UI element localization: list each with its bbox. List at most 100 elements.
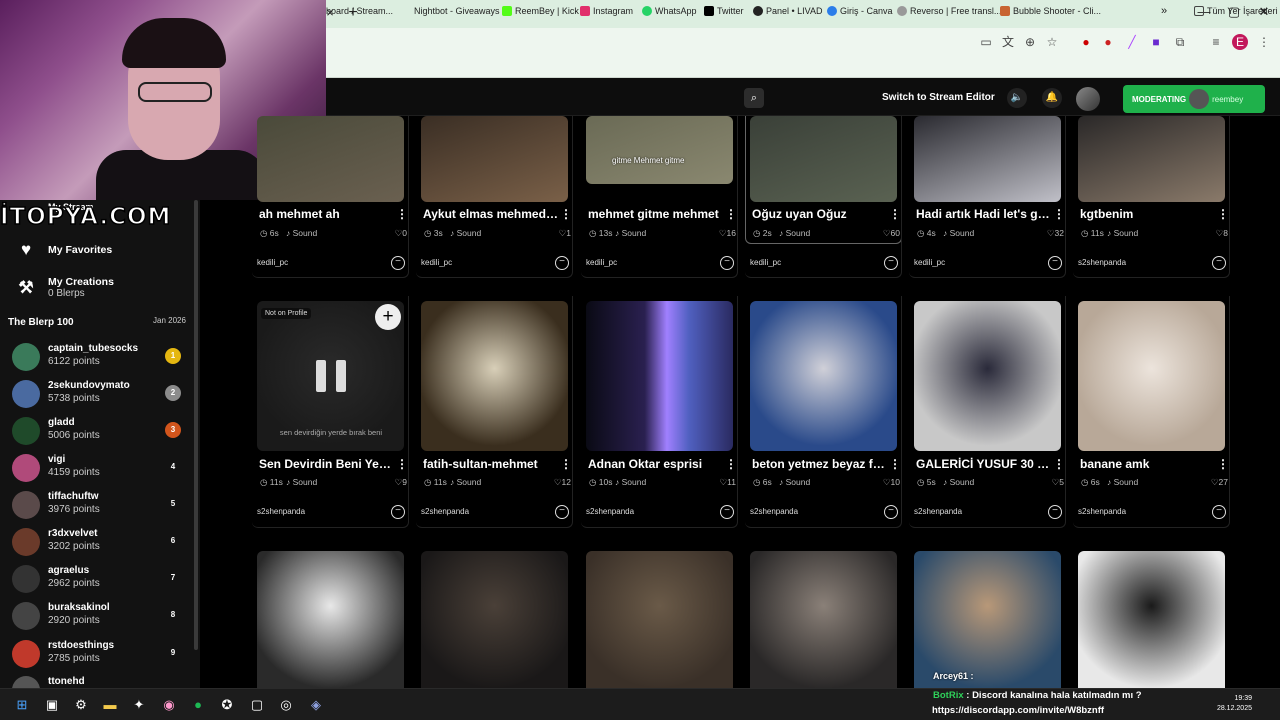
blerp-title[interactable]: kgtbenim [1080, 207, 1215, 221]
blerp-title[interactable]: banane amk [1080, 457, 1215, 471]
extension-icon[interactable]: ╱ [1124, 34, 1140, 50]
sidebar-item-favorites[interactable]: ♥ My Favorites [16, 240, 112, 260]
blerp-thumbnail[interactable] [421, 116, 568, 202]
bookmark-item[interactable]: Reverso | Free transl... [897, 4, 1001, 18]
remove-icon[interactable]: − [1048, 256, 1062, 270]
blerp-title[interactable]: Hadi artık Hadi let's go... [916, 207, 1051, 221]
blerp-title[interactable]: beton yetmez beyaz fu... [752, 457, 887, 471]
blerp-title[interactable]: mehmet gitme mehmet [588, 207, 723, 221]
blerp-thumbnail[interactable] [257, 551, 404, 688]
heart-icon[interactable]: ♡ [883, 477, 891, 487]
leaderboard-row[interactable]: 2sekundovymato 5738 points 2 [12, 378, 192, 410]
blerp-owner[interactable]: s2shenpanda [586, 507, 634, 516]
heart-icon[interactable]: ♡ [719, 228, 727, 238]
windows-start-icon[interactable]: ⊞ [14, 697, 30, 713]
more-options-icon[interactable]: ⋮ [560, 457, 572, 471]
more-options-icon[interactable]: ⋮ [889, 207, 901, 221]
bookmark-item[interactable]: Instagram [580, 4, 633, 18]
moderating-badge[interactable]: MODERATING reembey [1123, 85, 1265, 113]
blerp-thumbnail[interactable] [914, 551, 1061, 688]
leaderboard-row[interactable]: tiffachuftw 3976 points 5 [12, 489, 192, 521]
more-options-icon[interactable]: ⋮ [1217, 457, 1229, 471]
blerp-title[interactable]: Oğuz uyan Oğuz [752, 207, 887, 221]
bookmark-item[interactable]: Bubble Shooter - Cli... [1000, 4, 1101, 18]
remove-icon[interactable]: − [1048, 505, 1062, 519]
blerp-thumbnail[interactable] [257, 116, 404, 202]
blerp-owner[interactable]: kedili_pc [586, 258, 617, 267]
blerp-thumbnail[interactable] [1078, 116, 1225, 202]
more-options-icon[interactable]: ⋮ [1053, 207, 1065, 221]
remove-icon[interactable]: − [555, 505, 569, 519]
more-options-icon[interactable]: ⋮ [396, 207, 408, 221]
blerp-thumbnail[interactable] [750, 551, 897, 688]
remove-icon[interactable]: − [1212, 505, 1226, 519]
leaderboard-row[interactable]: vigi 4159 points 4 [12, 452, 192, 484]
bookmark-item[interactable]: Giriş - Canva [827, 4, 893, 18]
blerp-thumbnail[interactable] [1078, 551, 1225, 688]
remove-icon[interactable]: − [720, 256, 734, 270]
blerp-thumbnail[interactable] [586, 301, 733, 451]
blerp-owner[interactable]: kedili_pc [914, 258, 945, 267]
leaderboard-row[interactable]: agraelus 2962 points 7 [12, 563, 192, 595]
bookmark-star-icon[interactable]: ☆ [1044, 34, 1060, 50]
blerp-thumbnail[interactable] [586, 551, 733, 688]
more-options-icon[interactable]: ⋮ [1053, 457, 1065, 471]
blerp-owner[interactable]: kedili_pc [750, 258, 781, 267]
all-bookmarks-folder[interactable]: Tüm Yer İşaretleri [1194, 4, 1278, 18]
bookmark-item[interactable]: Panel • LIVAD [753, 4, 823, 18]
cast-icon[interactable]: ▭ [978, 34, 994, 50]
remove-icon[interactable]: − [884, 256, 898, 270]
blerp-owner[interactable]: s2shenpanda [421, 507, 469, 516]
translate-icon[interactable]: 文 [1000, 34, 1016, 50]
extension-icon[interactable]: ■ [1148, 34, 1164, 50]
blerp-title[interactable]: fatih-sultan-mehmet [423, 457, 558, 471]
pause-icon[interactable] [316, 360, 346, 392]
task-view-icon[interactable]: ▣ [44, 697, 60, 713]
bookmark-item[interactable]: Twitter [704, 4, 744, 18]
blerp-thumbnail[interactable] [421, 301, 568, 451]
more-options-icon[interactable]: ⋮ [725, 457, 737, 471]
leaderboard-row[interactable]: gladd 5006 points 3 [12, 415, 192, 447]
sidebar-scrollbar[interactable] [194, 200, 198, 650]
remove-icon[interactable]: − [391, 256, 405, 270]
more-options-icon[interactable]: ⋮ [889, 457, 901, 471]
heart-icon[interactable]: ♡ [1047, 228, 1055, 238]
discord-link[interactable]: https://discordapp.com/invite/W8bznff [932, 705, 1104, 716]
menu-icon[interactable]: ⋮ [1256, 34, 1272, 50]
blerp-thumbnail[interactable] [914, 116, 1061, 202]
search-icon[interactable]: ⌕ [744, 88, 764, 108]
bookmark-item[interactable]: Nightbot - Giveaways [414, 4, 500, 18]
blerp-owner[interactable]: s2shenpanda [914, 507, 962, 516]
reading-list-icon[interactable]: ≡ [1208, 34, 1224, 50]
leaderboard-row[interactable]: captain_tubesocks 6122 points 1 [12, 341, 192, 373]
more-options-icon[interactable]: ⋮ [725, 207, 737, 221]
app-icon[interactable]: ▢ [249, 697, 265, 713]
bookmark-item[interactable]: WhatsApp [642, 4, 697, 18]
volume-icon[interactable]: 🔈 [1007, 88, 1027, 108]
steam-icon[interactable]: ✪ [219, 697, 235, 713]
leaderboard-row[interactable]: rstdoesthings 2785 points 9 [12, 638, 192, 670]
bookmark-item[interactable]: ReemBey | Kick [502, 4, 579, 18]
blerp-title[interactable]: ah mehmet ah [259, 207, 394, 221]
discord-icon[interactable]: ◈ [308, 697, 324, 713]
spotify-icon[interactable]: ● [190, 697, 206, 713]
more-bookmarks-button[interactable]: » [1161, 4, 1167, 18]
remove-icon[interactable]: − [391, 505, 405, 519]
blerp-owner[interactable]: s2shenpanda [1078, 258, 1126, 267]
more-options-icon[interactable]: ⋮ [560, 207, 572, 221]
extension-icon[interactable]: ● [1078, 34, 1094, 50]
file-explorer-icon[interactable]: ▬ [102, 697, 118, 713]
more-options-icon[interactable]: ⋮ [396, 457, 408, 471]
remove-icon[interactable]: − [555, 256, 569, 270]
bookmark-item[interactable]: board / Stream... [326, 4, 393, 18]
remove-icon[interactable]: − [1212, 256, 1226, 270]
blerp-title[interactable]: Aykut elmas mehmedi... [423, 207, 558, 221]
add-blerp-button[interactable]: + [375, 304, 401, 330]
blerp-thumbnail[interactable] [421, 551, 568, 688]
remove-icon[interactable]: − [720, 505, 734, 519]
switch-to-stream-editor-button[interactable]: Switch to Stream Editor [882, 92, 995, 103]
bell-icon[interactable]: 🔔 [1042, 88, 1062, 108]
user-avatar[interactable] [1076, 87, 1100, 111]
blerp-owner[interactable]: s2shenpanda [750, 507, 798, 516]
blerp-owner[interactable]: s2shenpanda [1078, 507, 1126, 516]
